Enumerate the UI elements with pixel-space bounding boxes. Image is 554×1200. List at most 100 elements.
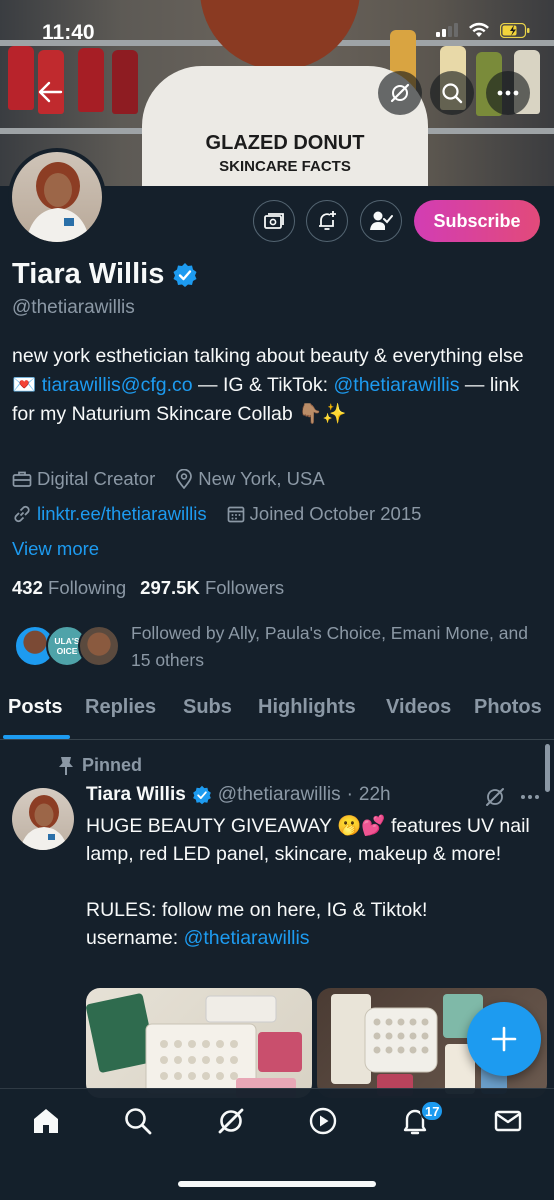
- search-icon: [123, 1106, 153, 1136]
- home-icon: [31, 1106, 61, 1136]
- tweet-more-button[interactable]: [520, 794, 540, 800]
- shirt-line-1: GLAZED DONUT: [205, 132, 365, 154]
- home-indicator[interactable]: [178, 1181, 376, 1187]
- tweet-header: Tiara Willis @thetiarawillis · 22h: [86, 784, 391, 806]
- nav-home[interactable]: [28, 1103, 64, 1139]
- signal-icon: [436, 23, 458, 37]
- back-button[interactable]: [28, 70, 72, 114]
- tweet-author-name[interactable]: Tiara Willis: [86, 784, 186, 806]
- followers-label: Followers: [204, 577, 285, 598]
- scrollbar[interactable]: [545, 744, 550, 792]
- location-pin-icon: [175, 469, 193, 489]
- tweet-text-prefix: username:: [86, 927, 184, 949]
- avatar-photo: [12, 152, 102, 242]
- location-label: New York, USA: [198, 468, 325, 489]
- pin-icon: [58, 756, 74, 776]
- grok-icon: [484, 786, 506, 808]
- more-button[interactable]: [486, 71, 530, 115]
- tweet-separator: ·: [346, 784, 353, 805]
- profile-meta-row-1: Digital Creator New York, USA: [12, 468, 345, 490]
- verified-badge-icon[interactable]: [172, 262, 198, 288]
- tip-button[interactable]: [253, 200, 295, 242]
- grok-icon: [216, 1106, 246, 1136]
- person-check-icon: [369, 210, 393, 232]
- tweet-text-line: HUGE BEAUTY GIVEAWAY 🫢💕 features UV nail…: [86, 815, 530, 865]
- calendar-icon: [227, 505, 245, 523]
- notification-count-badge: 17: [420, 1100, 445, 1122]
- profile-category: Digital Creator: [12, 468, 155, 490]
- following-label: Following: [48, 577, 127, 598]
- profile-bio: new york esthetician talking about beaut…: [12, 342, 546, 429]
- nav-messages[interactable]: [490, 1103, 526, 1139]
- profile-joined: Joined October 2015: [227, 503, 421, 525]
- nav-video[interactable]: [305, 1103, 341, 1139]
- profile-tabs: Posts Replies Subs Highlights Videos Pho…: [0, 690, 554, 740]
- verified-badge-icon[interactable]: [192, 785, 212, 805]
- bio-emoji: 👇🏽✨: [298, 403, 347, 425]
- followers-count-link[interactable]: 297.5K Followers: [140, 577, 284, 599]
- plus-icon: [491, 1026, 517, 1052]
- more-dots-icon: [497, 90, 519, 96]
- tweet-text-line: RULES: follow me on here, IG & Tiktok!: [86, 899, 428, 921]
- tab-videos[interactable]: Videos: [386, 696, 451, 719]
- tweet-mention-link[interactable]: @thetiarawillis: [184, 927, 310, 949]
- profile-meta-row-2: linktr.ee/thetiarawillis Joined October …: [12, 503, 441, 525]
- tab-subs[interactable]: Subs: [183, 696, 232, 719]
- play-circle-icon: [308, 1106, 338, 1136]
- briefcase-icon: [12, 470, 32, 488]
- profile-website[interactable]: linktr.ee/thetiarawillis: [12, 503, 207, 525]
- follower-avatar[interactable]: [78, 625, 120, 667]
- bio-mention-link[interactable]: @thetiarawillis: [334, 374, 460, 396]
- bio-email-link[interactable]: tiarawillis@cfg.co: [42, 374, 193, 396]
- tweet-author-avatar[interactable]: [12, 788, 74, 850]
- tweet-spacer: [86, 868, 538, 896]
- tweet-body: HUGE BEAUTY GIVEAWAY 🫢💕 features UV nail…: [86, 812, 538, 952]
- status-bar: 11:40: [0, 0, 554, 64]
- tweet-grok-button[interactable]: [484, 786, 506, 808]
- tweet-text-line: username: @thetiarawillis: [86, 924, 538, 952]
- shirt-line-2: SKINCARE FACTS: [219, 158, 351, 175]
- following-count: 432: [12, 577, 43, 598]
- tweet-media-image[interactable]: [86, 988, 312, 1098]
- nav-grok[interactable]: [213, 1103, 249, 1139]
- following-count-link[interactable]: 432 Following: [12, 577, 126, 599]
- grok-icon: [389, 82, 411, 104]
- active-tab-indicator: [3, 735, 70, 739]
- follow-counts: 432 Following 297.5K Followers: [12, 577, 284, 599]
- profile-avatar[interactable]: [8, 148, 106, 246]
- love-letter-emoji: 💌: [12, 374, 37, 396]
- pinned-label: Pinned: [82, 755, 143, 775]
- nav-search[interactable]: [120, 1103, 156, 1139]
- website-link[interactable]: linktr.ee/thetiarawillis: [37, 503, 207, 525]
- profile-name: Tiara Willis: [12, 258, 165, 290]
- subscribe-button[interactable]: Subscribe: [414, 200, 540, 242]
- compose-button[interactable]: [467, 1002, 541, 1076]
- wifi-icon: [468, 22, 490, 38]
- bell-plus-icon: [316, 210, 338, 232]
- view-more-link[interactable]: View more: [12, 538, 99, 560]
- status-icons: [436, 22, 530, 38]
- bio-text: new york esthetician talking about beaut…: [12, 345, 524, 367]
- tweet-time[interactable]: 22h: [359, 784, 391, 806]
- status-time: 11:40: [42, 21, 95, 44]
- grok-button[interactable]: [378, 71, 422, 115]
- tab-replies[interactable]: Replies: [85, 696, 156, 719]
- tab-highlights[interactable]: Highlights: [258, 696, 356, 719]
- mail-icon: [493, 1106, 523, 1136]
- profile-location: New York, USA: [175, 468, 325, 490]
- back-arrow-icon: [37, 80, 63, 104]
- search-icon: [441, 82, 463, 104]
- following-button[interactable]: [360, 200, 402, 242]
- followers-count: 297.5K: [140, 577, 200, 598]
- profile-name-row: Tiara Willis: [12, 258, 198, 291]
- search-button[interactable]: [430, 71, 474, 115]
- more-dots-icon: [520, 794, 540, 800]
- tab-posts[interactable]: Posts: [8, 696, 62, 719]
- tab-photos[interactable]: Photos: [474, 696, 542, 719]
- followed-by-text[interactable]: Followed by Ally, Paula's Choice, Emani …: [131, 620, 541, 674]
- category-label: Digital Creator: [37, 468, 156, 489]
- battery-icon: [500, 22, 530, 38]
- tweet-author-handle[interactable]: @thetiarawillis: [218, 784, 341, 806]
- money-icon: [263, 211, 285, 231]
- notifications-subscribe-button[interactable]: [306, 200, 348, 242]
